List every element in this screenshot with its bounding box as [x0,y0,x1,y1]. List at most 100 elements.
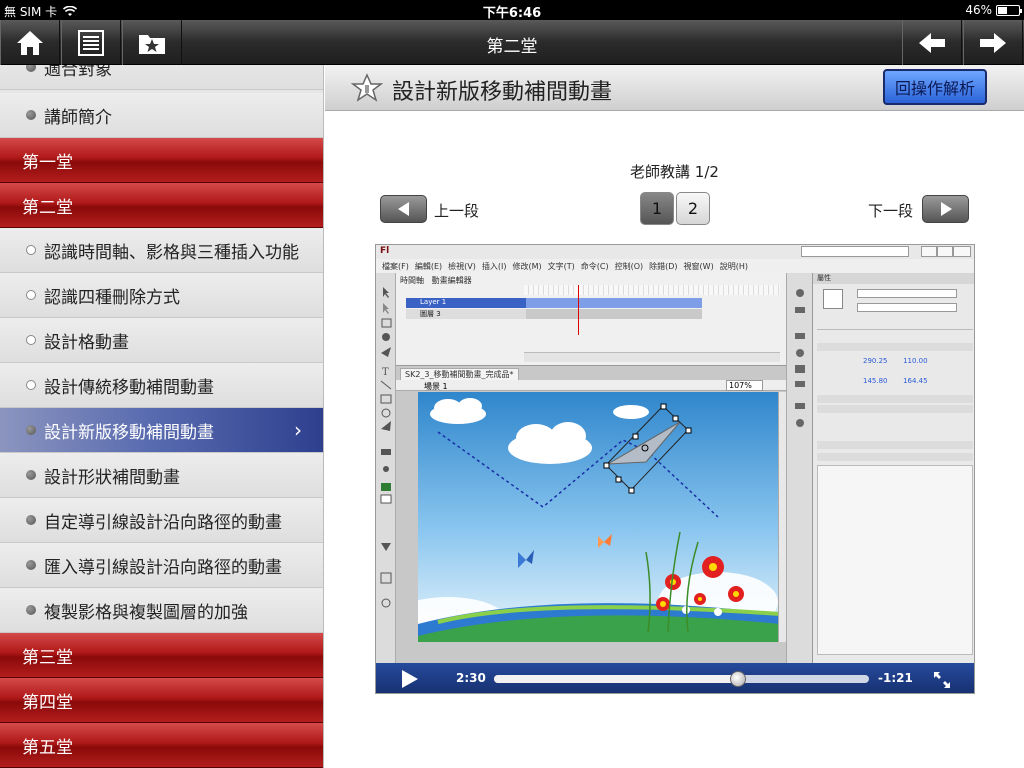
sidebar-chapter[interactable]: 第五堂 [0,723,323,768]
props-tab: 屬性 [813,273,974,284]
scene-label: 場景 1 [424,382,448,391]
menu-item: 控制(O) [614,261,644,271]
fullscreen-icon[interactable] [932,670,952,690]
segment-title: 老師教講 1/2 [630,163,719,181]
layer-row: 圖層 3 [406,309,526,319]
battery-icon [996,4,1022,16]
analysis-button[interactable]: 回操作解析 [883,69,987,105]
triangle-left-icon [397,202,409,216]
close-icon [953,246,971,257]
main-content: 設計新版移動補間動畫 回操作解析 老師教講 1/2 上一段 1 2 下一段 Fl… [325,65,1024,768]
zoom-select: 107% [726,380,763,391]
svg-text:T: T [382,367,389,378]
home-button[interactable] [0,20,60,65]
menu-item: 修改(M) [512,261,542,271]
bullet-icon [26,605,36,615]
sidebar-item-label: 設計格動畫 [44,332,129,353]
sidebar-item[interactable]: 匯入導引線設計沿向路徑的動畫 [0,543,323,588]
video-controls: 2:30 -1:21 [376,663,974,693]
flash-logo: Fl [380,246,390,256]
star-icon [351,73,383,102]
menu-item: 檔案(F) [382,261,409,271]
bullet-icon [26,560,36,570]
bullet-icon [26,470,36,480]
sidebar-item[interactable]: 認識時間軸、影格與三種插入功能 [0,228,323,273]
star-folder-icon [139,34,165,54]
status-bar: 無 SIM 卡 下午6:46 46% [0,0,1024,21]
sidebar-item-label: 第一堂 [22,152,73,173]
minimize-icon [921,246,937,257]
sidebar-item-label: 匯入導引線設計沿向路徑的動畫 [44,557,282,578]
sidebar-chapter[interactable]: 第四堂 [0,678,323,723]
sidebar-item-label: 認識四種刪除方式 [44,287,180,308]
lesson-sidebar: 適合對象 講師簡介 第一堂 第二堂 認識時間軸、影格與三種插入功能 認識四種刪除… [0,65,324,768]
sidebar-item-label: 設計新版移動補間動畫 [44,422,214,443]
layer-row: Layer 1 [406,298,526,308]
sidebar-item[interactable]: 設計格動畫 [0,318,323,363]
flash-titlebar: Fl [376,245,974,259]
seek-knob[interactable] [730,671,746,687]
stage-artwork [418,398,780,642]
forward-button[interactable] [963,20,1023,65]
menu-item: 檢視(V) [448,261,476,271]
favorites-button[interactable] [122,20,182,65]
menu-item: 說明(H) [719,261,748,271]
sidebar-item-label: 講師簡介 [44,107,112,128]
flash-menubar: 檔案(F) 編輯(E) 檢視(V) 插入(I) 修改(M) 文字(T) 命令(C… [376,259,974,273]
arrow-left-icon [919,32,945,53]
menu-item: 命令(C) [580,261,609,271]
triangle-right-icon [940,202,952,216]
sidebar-item-label: 設計形狀補間動畫 [44,467,180,488]
video-player[interactable]: Fl 檔案(F) 編輯(E) 檢視(V) 插入(I) 修改(M) 文字(T) 命… [375,244,975,694]
list-icon [78,29,104,56]
sidebar-item[interactable]: 自定導引線設計沿向路徑的動畫 [0,498,323,543]
back-button[interactable] [902,20,962,65]
sidebar-item-label: 適合對象 [44,65,112,80]
flash-panel-icons [786,273,812,663]
bullet-icon [26,290,36,300]
sidebar-item[interactable]: 設計傳統移動補間動畫 [0,363,323,408]
lesson-header: 設計新版移動補間動畫 回操作解析 [325,65,1024,111]
prev-segment-button[interactable] [380,195,427,223]
sidebar-item-label: 第二堂 [22,197,73,218]
home-icon [17,30,43,55]
page-1-button[interactable]: 1 [640,192,674,225]
sidebar-item[interactable]: 設計形狀補間動畫 [0,453,323,498]
next-segment-label[interactable]: 下一段 [868,200,913,221]
flash-properties-panel: 屬性 290.25 110.00 145.80 164.45 [812,273,974,663]
menu-item: 插入(I) [481,261,507,271]
play-button[interactable] [402,670,418,688]
sidebar-item-label: 第三堂 [22,647,73,668]
sidebar-item-label: 設計傳統移動補間動畫 [44,377,214,398]
sidebar-item-active[interactable]: 設計新版移動補間動畫 › [0,408,323,453]
sidebar-chapter[interactable]: 第二堂 [0,183,323,228]
list-button[interactable] [61,20,121,65]
sidebar-item[interactable]: 適合對象 [0,65,323,90]
tool-icons: T [380,287,392,608]
bullet-icon [26,425,36,435]
prev-segment-label[interactable]: 上一段 [434,200,479,221]
sidebar-item-label: 第四堂 [22,692,73,713]
elapsed-time: 2:30 [456,671,486,685]
menu-item: 編輯(E) [414,261,443,271]
maximize-icon [937,246,953,257]
bullet-icon [26,380,36,390]
sidebar-chapter[interactable]: 第三堂 [0,633,323,678]
flash-toolbox: T [376,273,396,663]
next-segment-button[interactable] [922,195,969,223]
seek-bar[interactable] [494,671,869,687]
page-2-button[interactable]: 2 [676,192,710,225]
sidebar-item-label: 複製影格與複製圖層的加強 [44,602,248,623]
sidebar-item-label: 第五堂 [22,737,73,758]
bullet-icon [26,110,36,120]
bullet-icon [26,245,36,255]
sidebar-chapter[interactable]: 第一堂 [0,138,323,183]
sidebar-item[interactable]: 認識四種刪除方式 [0,273,323,318]
sidebar-item-label: 認識時間軸、影格與三種插入功能 [44,242,299,263]
arrow-right-icon [980,32,1006,53]
status-time: 下午6:46 [482,6,542,21]
flash-timeline: 時間軸 動畫編輯器 Layer 1 圖層 3 [396,273,786,366]
remaining-time: -1:21 [878,671,913,685]
sidebar-item[interactable]: 複製影格與複製圖層的加強 [0,588,323,633]
sidebar-item[interactable]: 講師簡介 [0,93,323,138]
